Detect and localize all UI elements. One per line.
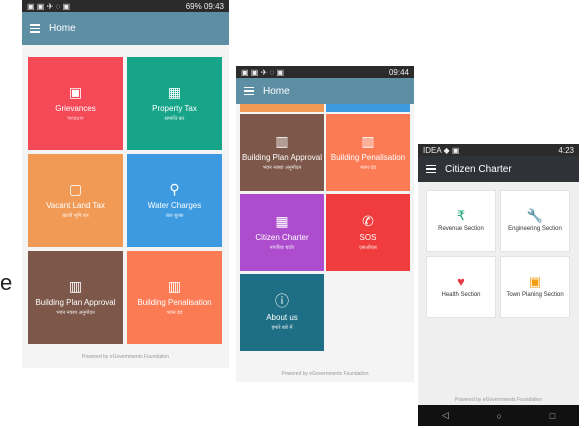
battery-level: 69% (185, 1, 202, 11)
tile-label: Building Penalisation (137, 297, 212, 307)
stray-letter: e (0, 270, 13, 295)
clock: 4:23 (558, 145, 574, 155)
tile-sublabel: नागरिक चार्टर (269, 245, 295, 252)
status-bar: IDEA ◆ ▣ 4:23 (418, 144, 579, 156)
app-bar: Home (236, 78, 414, 104)
tile-label: SOS (359, 232, 377, 242)
tile-sublabel: भवन दंड (360, 165, 376, 172)
tile-label: Building Plan Approval (241, 152, 323, 162)
card-revenue-section[interactable]: ₹ Revenue Section (426, 190, 496, 252)
grid-icon: ▦ (275, 212, 289, 229)
phone-home-screen: ▣ ▣ ✈ ◌ ▣ 69% 09:43 Home ▣ Grievances ফিরি… (22, 0, 229, 368)
land-icon: ▢ (68, 180, 83, 197)
tile-label: Property Tax (152, 103, 197, 113)
card-engineering-section[interactable]: 🔧 Engineering Section (500, 190, 570, 252)
wrench-icon: 🔧 (526, 207, 544, 223)
notification-icons: ▣ ▣ ✈ ◌ ▣ (27, 1, 71, 11)
tile-sublabel: हमारे बारे में (271, 325, 293, 332)
tile-sublabel: सम्पत्ति कर (164, 116, 185, 123)
building-plan-icon: ▥ (275, 132, 289, 149)
card-label: Revenue Section (438, 225, 484, 232)
status-bar: ▣ ▣ ✈ ◌ ▣ 09:44 (236, 66, 414, 78)
tile-sos[interactable]: ✆ SOS एसओएस (326, 194, 410, 271)
phone-citizen-charter: IDEA ◆ ▣ 4:23 Citizen Charter ₹ Revenue S… (418, 144, 579, 426)
tile-building-penalisation[interactable]: ▥ Building Penalisation भवन दंड (326, 114, 410, 191)
clock: 09:43 (203, 1, 224, 11)
tile-sublabel: भवन नक्शा अनुमोदन (262, 165, 302, 172)
tile-property-tax[interactable]: ▦ Property Tax सम्पत्ति कर (127, 57, 222, 150)
home-icon[interactable]: ○ (497, 411, 502, 421)
status-bar: ▣ ▣ ✈ ◌ ▣ 69% 09:43 (22, 0, 229, 12)
menu-icon[interactable] (244, 85, 254, 98)
tile-building-penalisation[interactable]: ▥ Building Penalisation भवन दंड (127, 251, 222, 344)
tile-sublabel: ফিরিয়াদ (67, 116, 84, 123)
tile-label: Building Plan Approval (35, 297, 116, 307)
tile-label: Grievances (55, 103, 96, 113)
notification-icons: ▣ ▣ ✈ ◌ ▣ (241, 67, 285, 77)
tile-label: Building Penalisation (330, 152, 406, 162)
tile-sublabel: भवन नक्शा अनुमोदन (56, 310, 95, 317)
card-town-planing-section[interactable]: ▣ Town Planing Section (500, 256, 570, 318)
inbox-icon: ▣ (68, 83, 83, 100)
page-title: Home (49, 23, 76, 34)
page-title: Home (263, 85, 290, 97)
rupee-icon: ₹ (456, 207, 466, 223)
tile-label: Citizen Charter (255, 232, 309, 242)
app-bar: Home (22, 12, 229, 45)
card-label: Engineering Section (508, 225, 562, 232)
tile-about-us[interactable]: ⓘ About us हमारे बारे में (240, 274, 324, 351)
tile-building-plan-approval[interactable]: ▥ Building Plan Approval भवन नक्शा अनुमोदन (240, 114, 324, 191)
town-icon: ▣ (528, 273, 542, 289)
system-nav-bar: ◁ ○ □ (418, 405, 579, 426)
scrolled-tile-left (240, 104, 324, 112)
app-bar: Citizen Charter (418, 156, 579, 182)
tile-label: About us (266, 312, 298, 322)
footer-credit: Powered by eGovernments Foundation (281, 371, 369, 377)
phone-home-scrolled: ▣ ▣ ✈ ◌ ▣ 09:44 Home ▥ Building Plan Appr… (236, 66, 414, 382)
building-icon: ▦ (167, 83, 182, 100)
tile-sublabel: भवन दंड (166, 310, 183, 317)
tile-label: Vacant Land Tax (46, 200, 105, 210)
heart-pulse-icon: ♥ (457, 273, 465, 289)
tile-label: Water Charges (147, 200, 202, 210)
card-label: Health Section (441, 291, 481, 298)
page-title: Citizen Charter (445, 163, 512, 175)
card-health-section[interactable]: ♥ Health Section (426, 256, 496, 318)
building-plan-icon: ▥ (68, 277, 83, 294)
tile-sublabel: एसओएस (359, 245, 377, 252)
tap-icon: ⚲ (169, 180, 180, 197)
buildings-icon: ▥ (361, 132, 375, 149)
scrolled-tile-right (326, 104, 410, 112)
tile-building-plan-approval[interactable]: ▥ Building Plan Approval भवन नक्शा अनुमोदन (28, 251, 123, 344)
buildings-icon: ▥ (167, 277, 182, 294)
tile-citizen-charter[interactable]: ▦ Citizen Charter नागरिक चार्टर (240, 194, 324, 271)
tile-grievances[interactable]: ▣ Grievances ফিরিয়াদ (28, 57, 123, 150)
footer-credit: Powered by eGovernments Foundation (455, 397, 542, 403)
clock: 09:44 (388, 67, 409, 77)
carrier-name: IDEA (423, 145, 442, 155)
card-label: Town Planing Section (506, 291, 564, 298)
menu-icon[interactable] (426, 163, 436, 176)
tile-vacant-land-tax[interactable]: ▢ Vacant Land Tax खाली भूमि कर (28, 154, 123, 247)
footer-credit: Powered by eGovernments Foundation (82, 354, 169, 360)
back-icon[interactable]: ◁ (442, 410, 449, 421)
tile-sublabel: जल शुल्क (165, 213, 184, 220)
phone-icon: ✆ (362, 212, 374, 229)
info-icon: ⓘ (275, 292, 289, 309)
menu-icon[interactable] (30, 22, 40, 35)
tile-water-charges[interactable]: ⚲ Water Charges जल शुल्क (127, 154, 222, 247)
recent-apps-icon[interactable]: □ (550, 411, 555, 421)
tile-sublabel: खाली भूमि कर (62, 213, 89, 220)
